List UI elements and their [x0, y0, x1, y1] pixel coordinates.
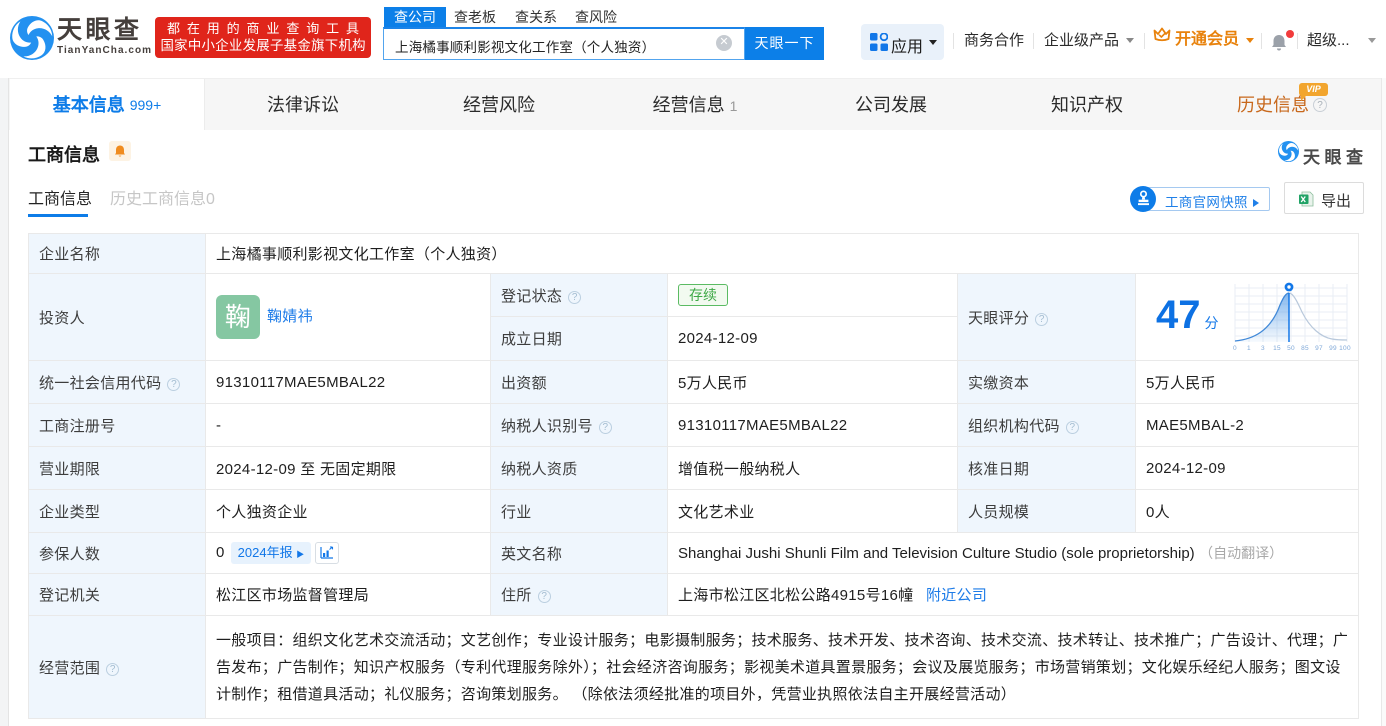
- svg-text:1: 1: [1247, 345, 1251, 352]
- svg-text:97: 97: [1315, 345, 1323, 352]
- svg-text:0: 0: [1233, 345, 1237, 352]
- svg-text:15: 15: [1273, 345, 1281, 352]
- svg-text:100: 100: [1339, 345, 1351, 352]
- svg-text:85: 85: [1301, 345, 1309, 352]
- svg-text:3: 3: [1261, 345, 1265, 352]
- svg-text:50: 50: [1287, 345, 1295, 352]
- svg-text:99: 99: [1329, 345, 1337, 352]
